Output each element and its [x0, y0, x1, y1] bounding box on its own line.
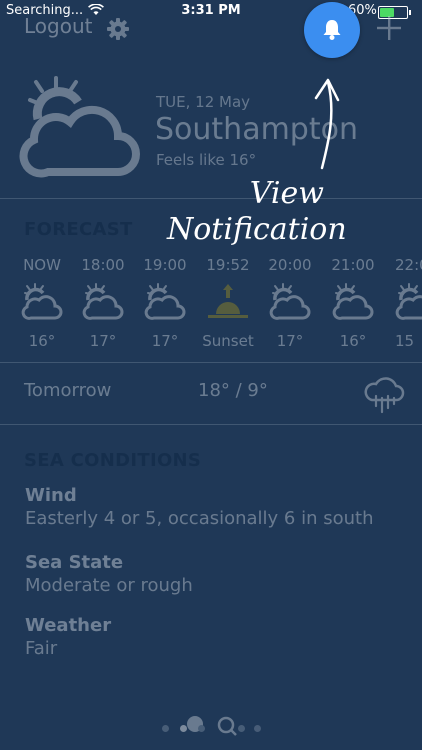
- hour-temp: 17°: [89, 332, 117, 350]
- hour-time: NOW: [23, 256, 61, 274]
- hourly-forecast-strip[interactable]: NOW 16° 18:00 17° 19:00 17° 19:52 Sunset…: [0, 256, 422, 356]
- page-indicator[interactable]: [0, 713, 422, 737]
- sea-item-label: Weather: [25, 615, 112, 636]
- sea-item-label: Wind: [25, 485, 77, 506]
- logout-button[interactable]: Logout: [24, 14, 92, 38]
- sunset-icon: [197, 282, 259, 330]
- sea-conditions-title: SEA CONDITIONS: [24, 450, 202, 471]
- sea-item-weather: Weather Fair: [25, 615, 111, 659]
- hour-item: NOW 16°: [11, 256, 73, 350]
- page-dot[interactable]: [254, 725, 261, 732]
- hour-temp: 16°: [28, 332, 56, 350]
- forecast-title: FORECAST: [24, 219, 133, 240]
- hour-temp: 17°: [276, 332, 304, 350]
- hour-time: 21:00: [331, 256, 375, 274]
- page-dot[interactable]: [198, 725, 205, 732]
- sea-item-value: Fair: [25, 638, 58, 659]
- gear-icon[interactable]: [106, 17, 130, 45]
- feels-like: Feels like 16°: [156, 151, 257, 169]
- bell-icon: [323, 20, 341, 40]
- page-dot[interactable]: [238, 725, 245, 732]
- tomorrow-temps: 18° / 9°: [198, 380, 268, 401]
- divider: [0, 424, 422, 425]
- partly-cloudy-icon: [322, 282, 384, 330]
- hour-time: 19:52: [206, 256, 250, 274]
- hour-item: 18:00 17°: [72, 256, 134, 350]
- notification-button[interactable]: [304, 2, 360, 58]
- sea-item-label: Sea State: [25, 552, 124, 573]
- rain-cloud-icon: [362, 374, 406, 418]
- sea-item-value: Moderate or rough: [25, 575, 193, 596]
- current-date: TUE, 12 May: [156, 93, 251, 111]
- divider: [0, 362, 422, 363]
- annotation-line-1: View: [249, 176, 324, 211]
- hour-temp: 15: [395, 332, 415, 350]
- add-location-plus-icon[interactable]: [376, 15, 402, 45]
- hour-temp: 17°: [151, 332, 179, 350]
- partly-cloudy-icon: [72, 282, 134, 330]
- partly-cloudy-icon: [395, 282, 422, 330]
- view-notification-annotation: View Notification: [167, 176, 347, 248]
- partly-cloudy-icon: [259, 282, 321, 330]
- hour-sunset-label: Sunset: [202, 332, 254, 350]
- hour-time: 19:00: [143, 256, 187, 274]
- partly-cloudy-icon: [18, 74, 142, 182]
- page-dot[interactable]: [162, 725, 169, 732]
- hour-item: 19:52 Sunset: [197, 256, 259, 350]
- hour-temp: 16°: [339, 332, 367, 350]
- search-page-icon[interactable]: [216, 715, 238, 741]
- sea-item-sea-state: Sea State Moderate or rough: [25, 552, 193, 596]
- partly-cloudy-icon: [134, 282, 196, 330]
- partly-cloudy-icon: [11, 282, 73, 330]
- annotation-line-2: Notification: [167, 212, 347, 247]
- hour-item: 22:0 15: [378, 256, 422, 350]
- hour-item: 19:00 17°: [134, 256, 196, 350]
- hour-item: 20:00 17°: [259, 256, 321, 350]
- hour-time: 22:0: [395, 256, 422, 274]
- tomorrow-label: Tomorrow: [24, 380, 112, 401]
- hour-time: 18:00: [81, 256, 125, 274]
- hour-time: 20:00: [268, 256, 312, 274]
- annotation-arrow: [300, 64, 360, 178]
- hour-item: 21:00 16°: [322, 256, 384, 350]
- sea-item-wind: Wind Easterly 4 or 5, occasionally 6 in …: [25, 485, 374, 529]
- sea-item-value: Easterly 4 or 5, occasionally 6 in south: [25, 508, 374, 529]
